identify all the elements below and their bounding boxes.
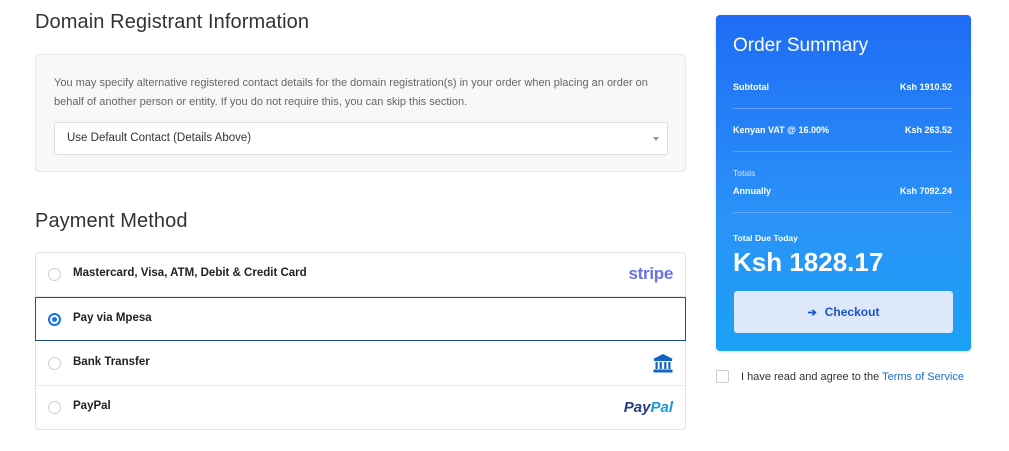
- paypal-logo-pay: Pay: [623, 399, 651, 416]
- totals-label: Totals: [733, 168, 756, 178]
- payment-option-label: Pay via Mpesa: [73, 312, 152, 324]
- payment-method-title: Payment Method: [35, 210, 188, 232]
- paypal-logo-pal: Pal: [650, 399, 673, 416]
- vat-row: Kenyan VAT @ 16.00% Ksh 263.52: [733, 125, 952, 135]
- order-summary-title: Order Summary: [733, 35, 869, 56]
- divider: [733, 151, 952, 152]
- radio-paypal[interactable]: [48, 401, 61, 414]
- payment-option-bank-transfer[interactable]: Bank Transfer: [36, 342, 685, 386]
- annually-label: Annually: [733, 186, 772, 196]
- divider: [733, 212, 952, 213]
- paypal-logo: PayPal: [624, 399, 673, 416]
- subtotal-label: Subtotal: [733, 82, 769, 92]
- vat-label: Kenyan VAT @ 16.00%: [733, 125, 829, 135]
- payment-option-label: PayPal: [73, 400, 111, 412]
- payment-option-label: Mastercard, Visa, ATM, Debit & Credit Ca…: [73, 267, 307, 279]
- registrant-info-text: You may specify alternative registered c…: [54, 77, 648, 108]
- radio-bank-transfer[interactable]: [48, 357, 61, 370]
- vat-value: Ksh 263.52: [904, 125, 952, 135]
- subtotal-row: Subtotal Ksh 1910.52: [733, 82, 952, 92]
- radio-mpesa[interactable]: [48, 313, 61, 326]
- domain-registrant-panel: You may specify alternative registered c…: [35, 54, 686, 172]
- total-due-label: Total Due Today: [733, 233, 798, 243]
- annually-row: Annually Ksh 7092.24: [733, 186, 952, 196]
- checkout-label: Checkout: [824, 305, 880, 319]
- order-summary-panel: Order Summary Subtotal Ksh 1910.52 Kenya…: [716, 15, 971, 351]
- domain-registrant-title: Domain Registrant Information: [35, 11, 310, 33]
- terms-prefix: I have read and agree to the: [741, 371, 883, 383]
- bank-icon: [653, 354, 673, 378]
- contact-select-value: Use Default Contact (Details Above): [67, 132, 252, 144]
- payment-option-paypal[interactable]: PayPal PayPal: [36, 386, 685, 430]
- radio-card[interactable]: [48, 268, 61, 281]
- payment-option-card[interactable]: Mastercard, Visa, ATM, Debit & Credit Ca…: [36, 253, 685, 297]
- caret-down-icon: [653, 137, 659, 141]
- divider: [733, 108, 952, 109]
- payment-option-mpesa[interactable]: Pay via Mpesa: [35, 297, 686, 341]
- terms-checkbox[interactable]: [716, 370, 729, 383]
- annually-value: Ksh 7092.24: [899, 186, 952, 196]
- stripe-logo: stripe: [628, 264, 674, 283]
- terms-of-service-link[interactable]: Terms of Service: [882, 371, 964, 383]
- payment-option-label: Bank Transfer: [73, 356, 150, 368]
- arrow-right-icon: ➔: [807, 306, 817, 319]
- total-due-amount: Ksh 1828.17: [733, 247, 884, 277]
- subtotal-value: Ksh 1910.52: [899, 82, 952, 92]
- terms-text: I have read and agree to the Terms of Se…: [741, 371, 964, 383]
- payment-method-list: Mastercard, Visa, ATM, Debit & Credit Ca…: [35, 252, 686, 430]
- checkout-button[interactable]: ➔ Checkout: [734, 291, 953, 333]
- contact-select[interactable]: Use Default Contact (Details Above): [54, 122, 668, 155]
